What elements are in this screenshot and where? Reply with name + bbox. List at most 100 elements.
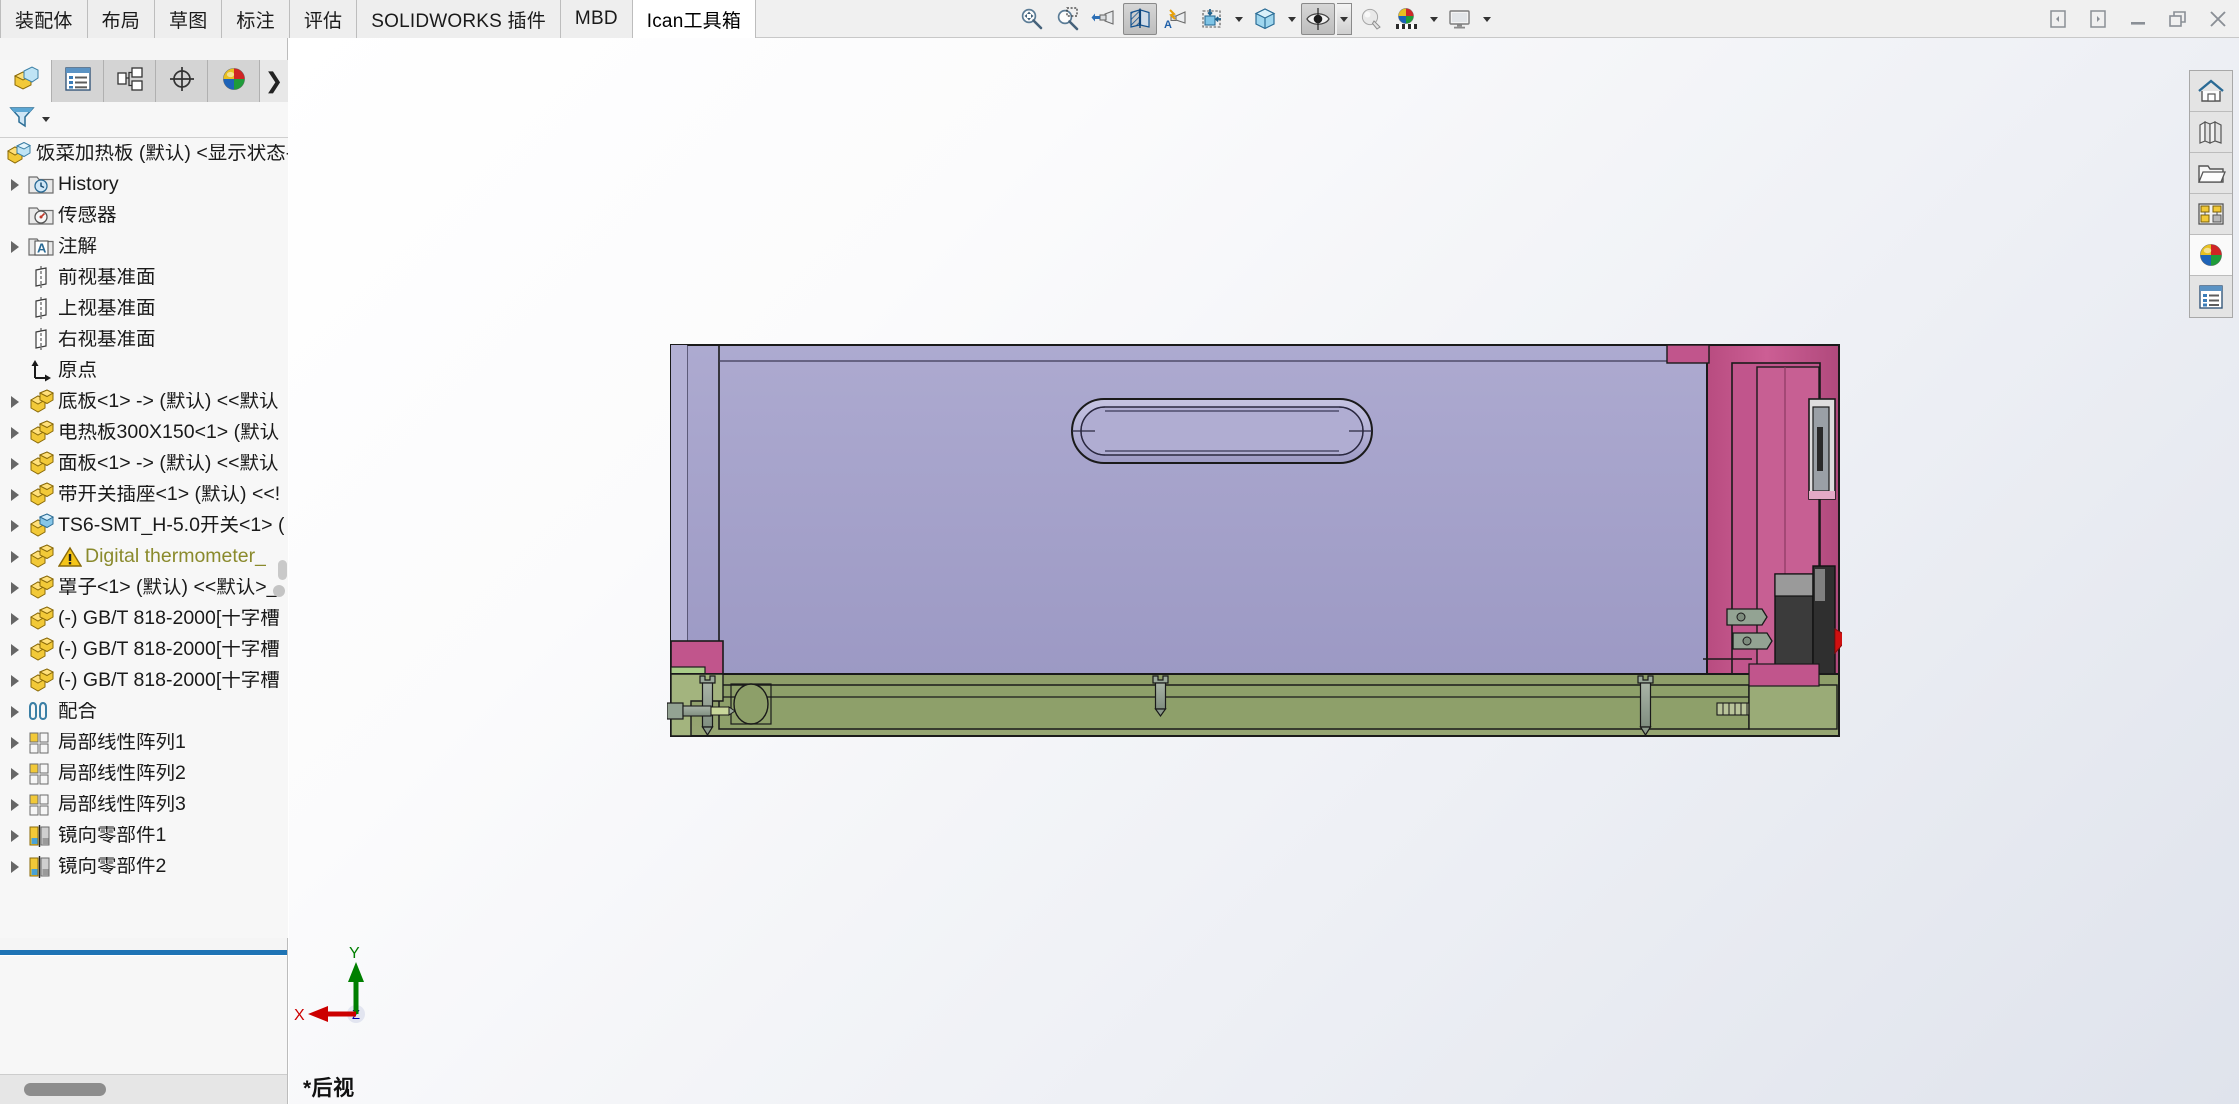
tree-item-21[interactable]: 局部线性阵列3 <box>0 789 288 820</box>
ribbon-tab-5[interactable]: SOLIDWORKS 插件 <box>357 0 561 38</box>
tree-item-20[interactable]: 局部线性阵列2 <box>0 758 288 789</box>
tree-item-1[interactable]: History <box>0 169 288 200</box>
expand-arrow-icon[interactable] <box>4 179 26 191</box>
expand-arrow-icon[interactable] <box>4 489 26 501</box>
panel-tab-strip: ❯ <box>0 60 288 102</box>
tree-item-9[interactable]: 电热板300X150<1> (默认 <box>0 417 288 448</box>
close-button[interactable] <box>2205 6 2231 32</box>
view-home-icon[interactable] <box>2190 71 2232 112</box>
svg-text:A: A <box>1164 19 1172 31</box>
tree-item-18[interactable]: 配合 <box>0 696 288 727</box>
ribbon-tab-6[interactable]: MBD <box>561 0 633 38</box>
ribbon-tab-7[interactable]: Ican工具箱 <box>633 0 756 38</box>
section-view-icon[interactable] <box>1123 3 1157 35</box>
expand-arrow-icon[interactable] <box>4 582 26 594</box>
view-orientation-icon[interactable]: A <box>1159 3 1193 35</box>
ribbon-tab-0[interactable]: 装配体 <box>0 0 88 38</box>
hide-show-components-icon[interactable] <box>1301 3 1335 35</box>
expand-arrow-icon[interactable] <box>4 241 26 253</box>
tree-item-4[interactable]: 前视基准面 <box>0 262 288 293</box>
ribbon-tab-1[interactable]: 布局 <box>88 0 155 38</box>
tree-item-label: 饭菜加热板 (默认) <显示状态-3 <box>36 144 288 164</box>
graphics-viewport[interactable]: Z Y X *后视 <box>289 38 2239 1104</box>
cad-model-section-view <box>667 341 1842 741</box>
expand-arrow-icon[interactable] <box>4 830 26 842</box>
view-palette-icon[interactable] <box>2190 194 2232 235</box>
viewport-layout-caret-icon[interactable] <box>1479 3 1494 35</box>
expand-arrow-icon[interactable] <box>4 427 26 439</box>
view-settings-icon[interactable] <box>1390 3 1424 35</box>
zoom-to-fit-icon[interactable] <box>1015 3 1049 35</box>
dimxpert-manager-tab[interactable] <box>156 60 208 102</box>
minimize-button[interactable] <box>2125 6 2151 32</box>
tree-item-7[interactable]: 原点 <box>0 355 288 386</box>
ribbon-tab-2[interactable]: 草图 <box>155 0 222 38</box>
coordinate-triad: Z Y X <box>294 944 424 1054</box>
tree-horizontal-scrollbar[interactable] <box>0 1074 287 1104</box>
restore-button[interactable] <box>2165 6 2191 32</box>
expand-arrow-icon[interactable] <box>4 706 26 718</box>
tree-item-13[interactable]: Digital thermometer_ <box>0 541 288 572</box>
property-list-icon <box>64 66 92 97</box>
tree-item-16[interactable]: (-) GB/T 818-2000[十字槽 <box>0 634 288 665</box>
view-settings-caret-icon[interactable] <box>1426 3 1441 35</box>
tree-item-6[interactable]: 右视基准面 <box>0 324 288 355</box>
tree-item-11[interactable]: 带开关插座<1> (默认) <<! <box>0 479 288 510</box>
tree-item-19[interactable]: 局部线性阵列1 <box>0 727 288 758</box>
file-explorer-icon[interactable] <box>2190 153 2232 194</box>
feature-tree[interactable]: 饭菜加热板 (默认) <显示状态-3 History传感器A注解前视基准面上视基准… <box>0 138 288 938</box>
panel-tabs-expand-button[interactable]: ❯ <box>260 60 288 102</box>
expand-arrow-icon[interactable] <box>4 396 26 408</box>
previous-view-icon[interactable] <box>1087 3 1121 35</box>
tree-item-3[interactable]: A注解 <box>0 231 288 262</box>
configuration-manager-tab[interactable] <box>104 60 156 102</box>
expand-arrow-icon[interactable] <box>4 768 26 780</box>
appearances-icon[interactable] <box>2190 235 2232 276</box>
tree-filter-bar[interactable] <box>0 102 288 138</box>
property-manager-tab[interactable] <box>52 60 104 102</box>
crosshair-icon <box>168 65 196 98</box>
tree-item-8[interactable]: 底板<1> -> (默认) <<默认 <box>0 386 288 417</box>
expand-arrow-icon[interactable] <box>4 644 26 656</box>
display-style-icon[interactable] <box>1195 3 1229 35</box>
hide-show-items-icon[interactable] <box>1248 3 1282 35</box>
expand-arrow-icon[interactable] <box>4 458 26 470</box>
tree-item-17[interactable]: (-) GB/T 818-2000[十字槽 <box>0 665 288 696</box>
hide-show-components-caret-icon[interactable] <box>1337 3 1352 35</box>
tree-item-10[interactable]: 面板<1> -> (默认) <<默认 <box>0 448 288 479</box>
ribbon-tab-4[interactable]: 评估 <box>290 0 357 38</box>
tree-item-23[interactable]: 镜向零部件2 <box>0 851 288 882</box>
filter-caret-icon[interactable] <box>42 117 50 122</box>
tree-item-2[interactable]: 传感器 <box>0 200 288 231</box>
viewport-layout-icon[interactable] <box>1443 3 1477 35</box>
expand-arrow-icon[interactable] <box>4 861 26 873</box>
tree-item-14[interactable]: 罩子<1> (默认) <<默认>_ <box>0 572 288 603</box>
tree-item-22[interactable]: 镜向零部件1 <box>0 820 288 851</box>
restore-left-pane-button[interactable] <box>2045 6 2071 32</box>
apply-scene-icon[interactable] <box>1354 3 1388 35</box>
tree-horizontal-scroll-thumb[interactable] <box>24 1083 106 1096</box>
expand-arrow-icon[interactable] <box>4 675 26 687</box>
hide-show-items-caret-icon[interactable] <box>1284 3 1299 35</box>
expand-arrow-icon[interactable] <box>4 520 26 532</box>
tree-vertical-scroll-thumb[interactable] <box>278 560 287 580</box>
tree-item-5[interactable]: 上视基准面 <box>0 293 288 324</box>
custom-properties-icon[interactable] <box>2190 276 2232 317</box>
restore-right-pane-button[interactable] <box>2085 6 2111 32</box>
display-style-caret-icon[interactable] <box>1231 3 1246 35</box>
expand-arrow-icon[interactable] <box>4 613 26 625</box>
filter-icon[interactable] <box>8 103 38 136</box>
expand-arrow-icon[interactable] <box>4 799 26 811</box>
zoom-to-area-icon[interactable] <box>1051 3 1085 35</box>
feature-manager-tab[interactable] <box>0 60 52 102</box>
display-manager-tab[interactable] <box>208 60 260 102</box>
expand-arrow-icon[interactable] <box>4 737 26 749</box>
tree-item-15[interactable]: (-) GB/T 818-2000[十字槽 <box>0 603 288 634</box>
expand-arrow-icon[interactable] <box>4 551 26 563</box>
tree-item-12[interactable]: TS6-SMT_H-5.0开关<1> ( <box>0 510 288 541</box>
ribbon-tab-3[interactable]: 标注 <box>222 0 289 38</box>
tree-item-0[interactable]: 饭菜加热板 (默认) <显示状态-3 <box>0 138 288 169</box>
plane-icon <box>26 296 56 322</box>
tree-item-label: 上视基准面 <box>58 299 156 319</box>
design-library-icon[interactable] <box>2190 112 2232 153</box>
